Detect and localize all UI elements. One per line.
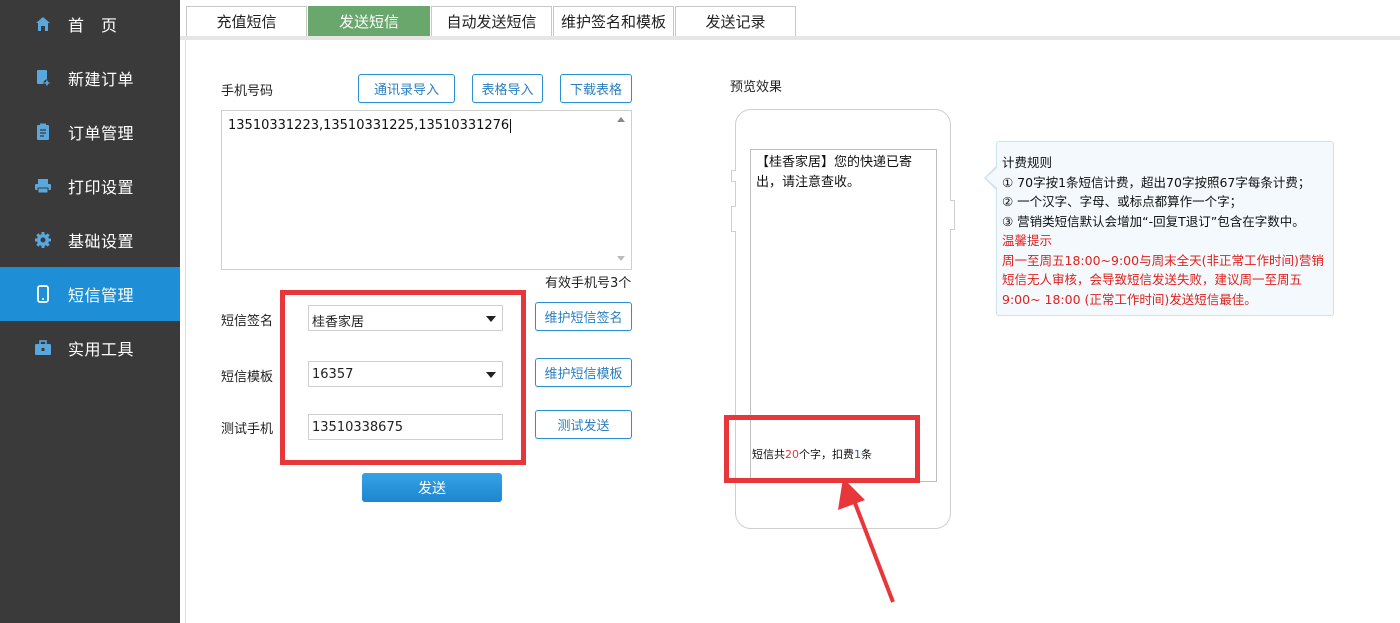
sidebar-item-label: 打印设置 bbox=[68, 178, 135, 197]
tab-send-sms[interactable]: 发送短信 bbox=[308, 6, 430, 36]
tab-send-records[interactable]: 发送记录 bbox=[675, 6, 796, 36]
toolbox-icon bbox=[34, 339, 52, 357]
sidebar-item-label: 基础设置 bbox=[68, 232, 135, 251]
sidebar-item-utility-tools[interactable]: 实用工具 bbox=[0, 321, 180, 375]
scroll-up-icon[interactable] bbox=[617, 117, 625, 122]
sidebar-item-label: 新建订单 bbox=[68, 70, 135, 89]
send-button[interactable]: 发送 bbox=[362, 473, 502, 502]
highlight-box-form bbox=[280, 290, 526, 465]
sidebar-item-new-order[interactable]: 新建订单 bbox=[0, 51, 180, 105]
billing-rule-1: ① 70字按1条短信计费，超出70字按照67字每条计费； bbox=[1002, 174, 1311, 190]
tab-signature-template[interactable]: 维护签名和模板 bbox=[553, 6, 674, 36]
phone-number-label: 手机号码 bbox=[221, 84, 274, 99]
phone-numbers-value: 13510331223,13510331225,13510331276 bbox=[228, 118, 510, 133]
billing-title: 计费规则 bbox=[1002, 155, 1053, 170]
tab-auto-send-sms[interactable]: 自动发送短信 bbox=[431, 6, 552, 36]
import-contacts-button[interactable]: 通讯录导入 bbox=[358, 74, 455, 103]
phone-numbers-textarea[interactable]: 13510331223,13510331225,13510331276 bbox=[221, 110, 632, 270]
phone-side-button bbox=[950, 200, 955, 230]
valid-count-text: 有效手机号3个 bbox=[545, 276, 632, 291]
sidebar-item-basic-settings[interactable]: 基础设置 bbox=[0, 213, 180, 267]
gear-icon bbox=[34, 231, 52, 249]
sidebar-item-label: 短信管理 bbox=[68, 286, 135, 305]
billing-rule-2: ② 一个汉字、字母、或标点都算作一个字； bbox=[1002, 194, 1243, 209]
preview-title: 预览效果 bbox=[730, 80, 783, 95]
signature-label: 短信签名 bbox=[221, 314, 274, 329]
maintain-template-button[interactable]: 维护短信模板 bbox=[535, 358, 632, 387]
phone-side-button bbox=[731, 170, 736, 182]
sidebar-item-label: 订单管理 bbox=[68, 124, 135, 143]
clipboard-icon bbox=[34, 123, 52, 141]
sidebar-item-sms-management[interactable]: 短信管理 bbox=[0, 267, 180, 321]
printer-icon bbox=[34, 177, 52, 195]
new-order-icon bbox=[34, 69, 52, 87]
annotation-arrow bbox=[838, 478, 895, 603]
sidebar-item-home[interactable]: 首 页 bbox=[0, 0, 180, 51]
import-table-button[interactable]: 表格导入 bbox=[472, 74, 543, 103]
sidebar: 首 页 新建订单 订单管理 打印设置 基础设置 短信管理 实用工具 bbox=[0, 0, 180, 623]
tab-recharge-sms[interactable]: 充值短信 bbox=[186, 6, 307, 36]
sidebar-item-label: 首 页 bbox=[68, 16, 118, 35]
billing-rule-3: ③ 营销类短信默认会增加“-回复T退订”包含在字数中。 bbox=[1002, 213, 1305, 229]
sidebar-item-label: 实用工具 bbox=[68, 340, 135, 359]
phone-side-button bbox=[731, 206, 736, 232]
scroll-down-icon[interactable] bbox=[617, 256, 625, 261]
maintain-signature-button[interactable]: 维护短信签名 bbox=[535, 302, 632, 331]
download-table-button[interactable]: 下载表格 bbox=[560, 74, 632, 103]
test-send-button[interactable]: 测试发送 bbox=[535, 410, 632, 439]
sms-preview-message: 【桂香家居】您的快递已寄出，请注意查收。 bbox=[756, 155, 913, 190]
home-icon bbox=[34, 15, 52, 33]
tooltip-arrow-inner bbox=[986, 168, 997, 188]
sidebar-item-print-settings[interactable]: 打印设置 bbox=[0, 159, 180, 213]
phone-icon bbox=[34, 285, 52, 303]
tip-title: 温馨提示 bbox=[1002, 233, 1053, 248]
sidebar-item-order-management[interactable]: 订单管理 bbox=[0, 105, 180, 159]
template-label: 短信模板 bbox=[221, 370, 274, 385]
tip-body: 周一至周五18:00~9:00与周末全天(非正常工作时间)营销短信无人审核，会导… bbox=[1002, 252, 1324, 307]
test-phone-label: 测试手机 bbox=[221, 422, 274, 437]
billing-rules-panel: 计费规则 ① 70字按1条短信计费，超出70字按照67字每条计费； ② 一个汉字… bbox=[996, 141, 1334, 316]
